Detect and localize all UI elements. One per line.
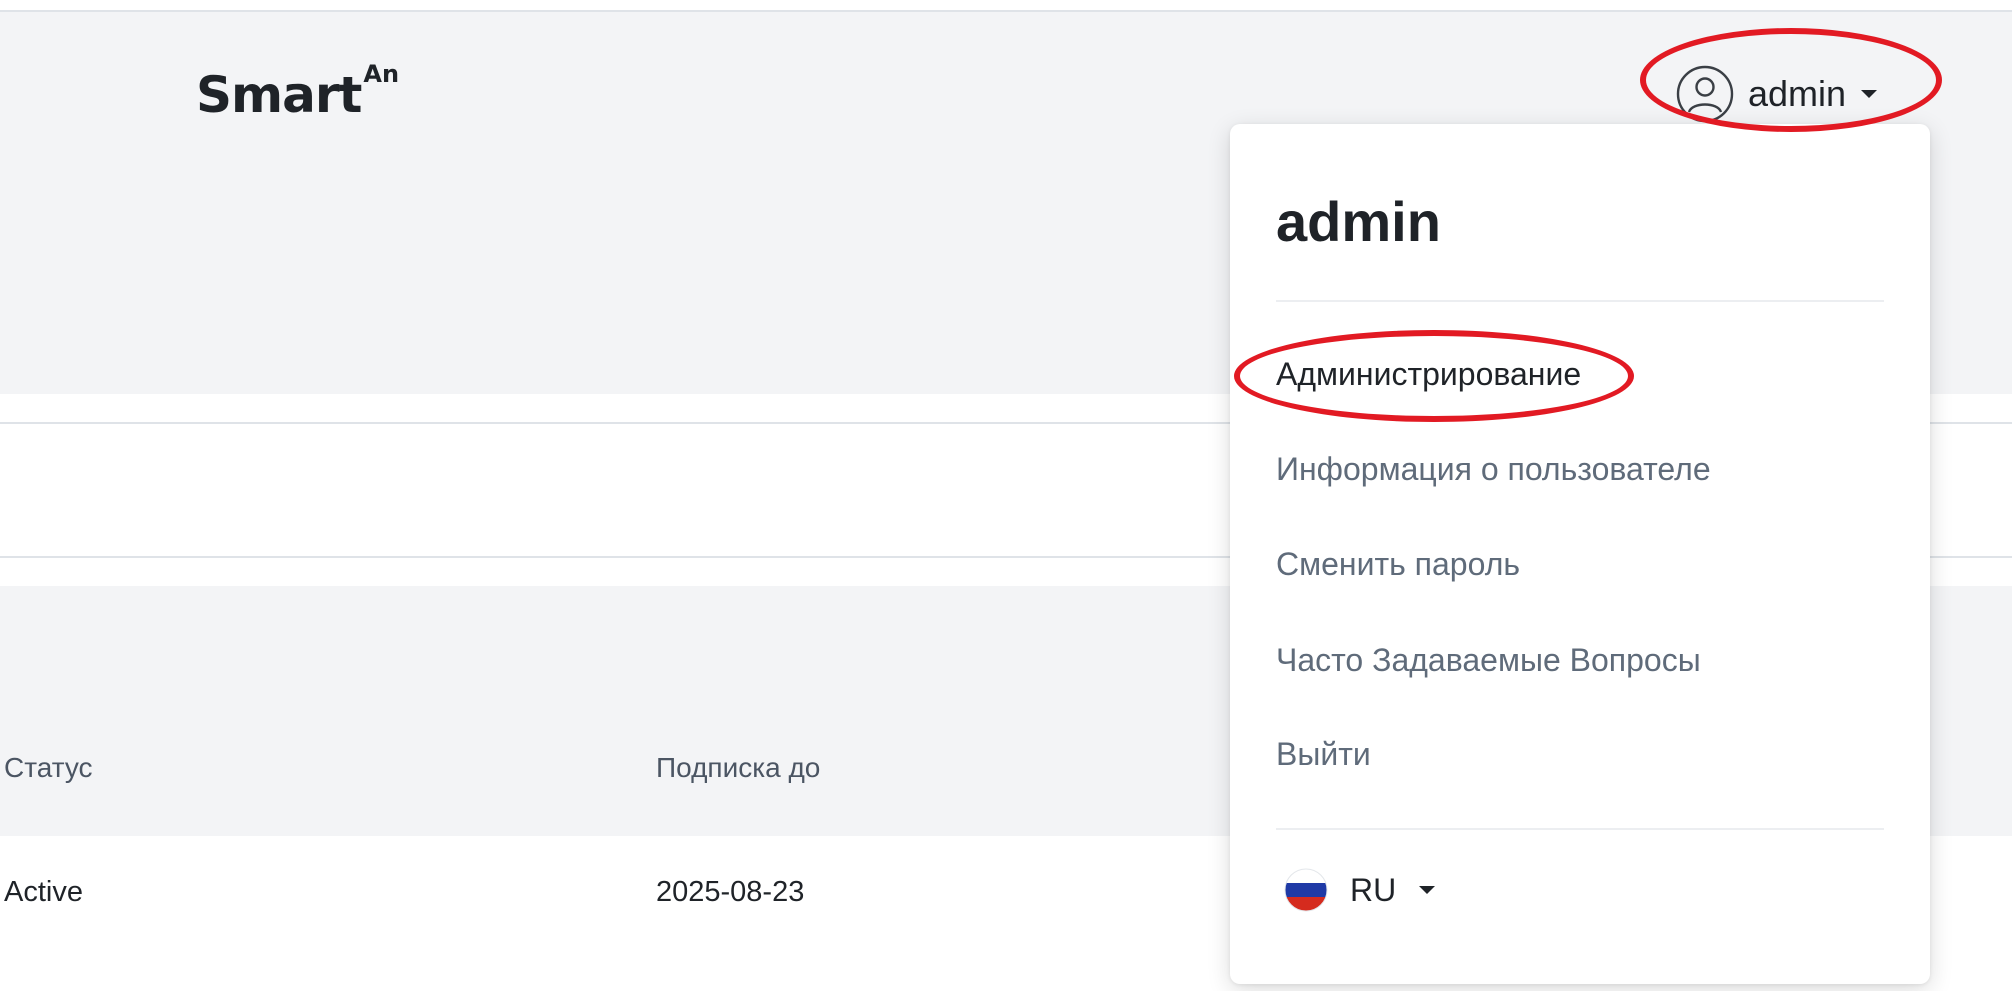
- dropdown-separator-top: [1276, 300, 1884, 302]
- dropdown-separator-bottom: [1276, 828, 1884, 830]
- dropdown-username: admin: [1276, 190, 1441, 253]
- menu-item-user-info[interactable]: Информация о пользователе: [1276, 453, 1711, 485]
- user-name: admin: [1748, 73, 1847, 114]
- column-header-subscription-until[interactable]: Подписка до: [656, 754, 820, 782]
- user-dropdown-menu: admin Администрирование Информация о пол…: [1230, 124, 1930, 984]
- menu-item-logout[interactable]: Выйти: [1276, 738, 1371, 770]
- app-logo[interactable]: Smart An: [196, 62, 399, 124]
- menu-item-administration[interactable]: Администрирование: [1276, 358, 1581, 390]
- logo-superscript: An: [363, 60, 400, 88]
- logo-text: Smart: [196, 66, 362, 124]
- menu-item-faq[interactable]: Часто Задаваемые Вопросы: [1276, 644, 1701, 676]
- caret-down-icon: [1418, 884, 1436, 896]
- user-menu-toggle[interactable]: admin: [1676, 64, 1878, 124]
- cell-status: Active: [4, 876, 83, 908]
- caret-down-icon: [1860, 88, 1878, 100]
- app-root: Smart An admin Статус Подписка до Active: [0, 0, 2012, 991]
- column-header-status[interactable]: Статус: [4, 754, 93, 782]
- menu-item-change-password[interactable]: Сменить пароль: [1276, 548, 1520, 580]
- cell-subscription-date: 2025-08-23: [656, 876, 805, 908]
- russia-flag-icon: [1284, 868, 1328, 912]
- user-circle-icon: [1676, 65, 1734, 123]
- language-selector[interactable]: RU: [1284, 868, 1436, 912]
- language-code: RU: [1350, 872, 1397, 908]
